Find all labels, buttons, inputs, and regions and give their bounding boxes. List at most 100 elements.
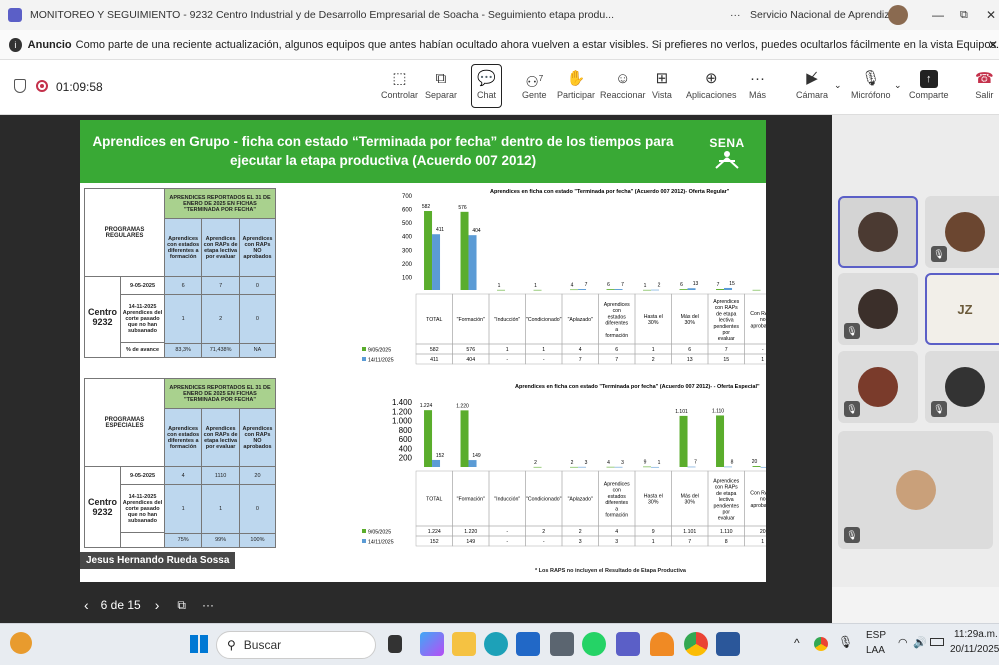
chrome-icon[interactable] bbox=[684, 632, 708, 656]
search-placeholder: Buscar bbox=[243, 638, 282, 652]
leave-button[interactable]: ☎ Salir bbox=[975, 68, 994, 100]
call-timer: 01:09:58 bbox=[56, 80, 103, 94]
data-label: 1.220 bbox=[456, 403, 469, 409]
table-cell: 0 bbox=[238, 275, 277, 296]
data-label: 2 bbox=[571, 460, 574, 466]
footnote: * Los RAPS no incluyen el Resultado de E… bbox=[535, 568, 686, 574]
restore-icon[interactable]: ⧉ bbox=[960, 9, 968, 22]
chat-button[interactable]: 💬 Chat bbox=[471, 64, 503, 108]
edge-icon[interactable] bbox=[484, 632, 508, 656]
y-tick-label: 100 bbox=[402, 275, 413, 281]
data-label: 1.110 bbox=[712, 408, 724, 414]
share-icon: ↑ bbox=[919, 70, 938, 88]
participant-tile[interactable]: 🎙 bbox=[838, 431, 993, 549]
table-cell: 4 bbox=[163, 465, 203, 486]
word-icon[interactable] bbox=[716, 632, 740, 656]
category-label: a bbox=[615, 506, 618, 512]
widgets-icon[interactable] bbox=[10, 632, 32, 654]
participant-tile[interactable]: 🎙 bbox=[838, 273, 918, 345]
bar bbox=[424, 211, 433, 290]
vlc-icon[interactable] bbox=[650, 632, 674, 656]
chrome-tray-icon[interactable] bbox=[814, 637, 828, 651]
file-explorer-icon[interactable] bbox=[388, 635, 402, 653]
ellipsis-icon: ··· bbox=[750, 70, 765, 87]
previous-slide-icon[interactable]: ‹ bbox=[84, 597, 89, 613]
category-label: 30% bbox=[685, 320, 696, 326]
more-button[interactable]: ··· Más bbox=[749, 68, 766, 100]
more-options-icon[interactable]: ··· bbox=[202, 598, 214, 612]
volume-icon[interactable]: 🔊 bbox=[913, 636, 927, 649]
view-button[interactable]: ⊞ Vista bbox=[652, 68, 672, 100]
y-tick-label: 600 bbox=[402, 208, 413, 214]
people-button[interactable]: ⚇7 Gente bbox=[522, 68, 547, 100]
teams-icon[interactable] bbox=[616, 632, 640, 656]
next-slide-icon[interactable]: › bbox=[155, 597, 160, 613]
microphone-button[interactable]: 🎙 Micrófono bbox=[851, 68, 891, 100]
participant-tile[interactable] bbox=[838, 196, 918, 268]
language-code[interactable]: ESP bbox=[866, 630, 886, 641]
participant-video bbox=[895, 470, 936, 510]
chevron-up-icon[interactable]: ^ bbox=[794, 636, 800, 650]
clock-time[interactable]: 11:29a.m. bbox=[954, 629, 998, 640]
calculator-icon[interactable] bbox=[550, 632, 574, 656]
more-menu[interactable]: ··· bbox=[730, 9, 741, 21]
copilot-icon[interactable] bbox=[420, 632, 444, 656]
people-icon: ⚇7 bbox=[525, 74, 544, 91]
share-button[interactable]: ↑ Comparte bbox=[909, 68, 949, 100]
column-header: Aprendices con RAPs NO aprobados bbox=[238, 408, 277, 467]
wifi-icon[interactable]: ◠ bbox=[898, 636, 908, 649]
control-button[interactable]: ⬚ Controlar bbox=[381, 68, 418, 100]
bar bbox=[614, 466, 623, 468]
whatsapp-icon[interactable] bbox=[582, 632, 606, 656]
participant-tile[interactable]: 🎙 bbox=[838, 351, 918, 423]
category-label: Más del bbox=[681, 494, 699, 500]
announcement-text: Como parte de una reciente actualización… bbox=[75, 38, 999, 51]
close-banner-icon[interactable]: ✕ bbox=[988, 38, 998, 52]
bar bbox=[752, 466, 761, 467]
camera-chevron-icon[interactable]: ⌄ bbox=[834, 80, 842, 91]
table-value: 411 bbox=[430, 357, 438, 363]
clock-date[interactable]: 20/11/2025 bbox=[950, 644, 999, 655]
camera-off-icon: ▶̸ bbox=[806, 70, 818, 87]
react-button[interactable]: ☺ Reaccionar bbox=[600, 68, 646, 100]
participant-tile[interactable]: 🎙 bbox=[925, 351, 999, 423]
y-tick-label: 200 bbox=[399, 454, 413, 463]
row-label: 9-05-2025 bbox=[121, 467, 164, 485]
category-label: con bbox=[613, 308, 621, 314]
separate-button[interactable]: ⧉ Separar bbox=[425, 68, 457, 100]
category-label: Aprendices bbox=[713, 479, 739, 485]
mic-chevron-icon[interactable]: ⌄ bbox=[894, 80, 902, 91]
mic-muted-tray-icon[interactable]: 🎙 bbox=[838, 635, 853, 649]
profile-avatar[interactable] bbox=[888, 5, 908, 25]
data-label: 15 bbox=[729, 281, 735, 287]
store-icon[interactable] bbox=[516, 632, 540, 656]
close-icon[interactable]: ✕ bbox=[986, 8, 996, 22]
slide: Aprendices en Grupo - ficha con estado “… bbox=[80, 120, 766, 582]
camera-button[interactable]: ▶̸ Cámara bbox=[796, 68, 828, 100]
org-name: Servicio Nacional de Aprendizaje bbox=[750, 9, 904, 21]
y-tick-label: 1.000 bbox=[392, 417, 413, 426]
category-label: con RAPs bbox=[715, 305, 738, 311]
table-value: 2 bbox=[652, 357, 655, 363]
minimize-icon[interactable]: — bbox=[932, 8, 944, 22]
folder-icon[interactable] bbox=[452, 632, 476, 656]
participant-tile[interactable]: JZ bbox=[925, 273, 999, 345]
table-cell: 75% bbox=[163, 532, 203, 549]
y-tick-label: 700 bbox=[402, 194, 413, 200]
table-value: - bbox=[762, 347, 764, 353]
table-value: - bbox=[543, 357, 545, 363]
start-icon[interactable] bbox=[190, 635, 208, 653]
raise-hand-button[interactable]: ✋ Participar bbox=[557, 68, 595, 100]
presenter-name: Jesus Hernando Rueda Sossa bbox=[80, 552, 236, 569]
apps-button[interactable]: ⊕ Aplicaciones bbox=[686, 68, 737, 100]
search-box[interactable]: ⚲ Buscar bbox=[216, 631, 376, 659]
participant-tile[interactable]: 🎙 bbox=[925, 196, 999, 268]
category-label: "Aplazado" bbox=[568, 317, 593, 323]
slides-grid-icon[interactable]: ⧉ bbox=[177, 598, 186, 613]
y-tick-label: 600 bbox=[399, 435, 413, 444]
legend-swatch bbox=[362, 347, 366, 351]
keyboard-layout[interactable]: LAA bbox=[866, 645, 885, 656]
table-value: - bbox=[506, 529, 508, 535]
column-header: Aprendices con RAPs NO aprobados bbox=[238, 218, 277, 277]
battery-icon[interactable] bbox=[930, 638, 944, 646]
